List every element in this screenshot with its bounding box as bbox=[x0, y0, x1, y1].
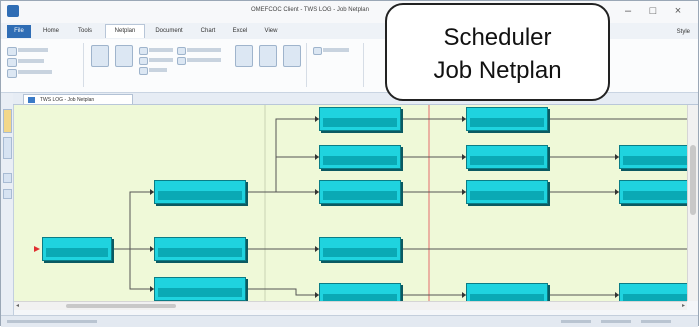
start-marker-icon bbox=[34, 246, 40, 252]
app-icon bbox=[7, 5, 19, 17]
side-tab-1[interactable] bbox=[3, 109, 12, 133]
vertical-scrollbar[interactable] bbox=[687, 105, 698, 301]
ribbon-text-d bbox=[149, 48, 173, 52]
ribbon-small-icon-6[interactable] bbox=[313, 47, 322, 55]
job-box[interactable] bbox=[154, 237, 246, 261]
job-box[interactable] bbox=[319, 107, 401, 131]
job-box[interactable] bbox=[619, 145, 687, 169]
ribbon-text-i bbox=[323, 48, 349, 52]
ribbon-large-icon-d[interactable] bbox=[259, 45, 277, 67]
side-tab-4[interactable] bbox=[3, 189, 12, 199]
window-title: OMEFCOC Client - TWS LOG - Job Netplan bbox=[251, 7, 369, 13]
callout-line-1: Scheduler bbox=[443, 24, 552, 51]
tab-document[interactable]: Document bbox=[149, 25, 189, 38]
style-menu[interactable]: Style bbox=[677, 26, 690, 39]
callout-line-2: Job Netplan bbox=[433, 57, 562, 84]
ribbon-icon-a[interactable] bbox=[7, 47, 17, 56]
job-box[interactable] bbox=[466, 283, 548, 301]
side-tab-3[interactable] bbox=[3, 173, 12, 183]
job-box[interactable] bbox=[154, 277, 246, 301]
ribbon-large-icon-c[interactable] bbox=[235, 45, 253, 67]
tab-file[interactable]: File bbox=[7, 25, 31, 38]
close-icon[interactable]: × bbox=[671, 5, 685, 17]
ribbon-text-c bbox=[18, 70, 52, 74]
netplan-canvas[interactable] bbox=[14, 105, 687, 301]
ribbon-separator bbox=[306, 43, 307, 87]
ribbon-large-icon-a[interactable] bbox=[91, 45, 109, 67]
job-box[interactable] bbox=[154, 180, 246, 204]
status-bar bbox=[1, 315, 698, 327]
arrow-right-icon[interactable]: ▸ bbox=[682, 302, 685, 310]
left-side-panel bbox=[1, 93, 14, 315]
ribbon-text-e bbox=[149, 58, 173, 62]
ribbon-large-icon-b[interactable] bbox=[115, 45, 133, 67]
job-box[interactable] bbox=[319, 237, 401, 261]
status-field bbox=[601, 320, 631, 323]
minimize-icon[interactable]: – bbox=[621, 5, 635, 17]
job-box[interactable] bbox=[319, 145, 401, 169]
job-box[interactable] bbox=[42, 237, 112, 261]
job-box[interactable] bbox=[319, 283, 401, 301]
document-icon bbox=[28, 97, 35, 103]
horizontal-scrollbar[interactable]: ◂ ▸ bbox=[14, 301, 687, 310]
ribbon-text-f bbox=[149, 68, 167, 72]
job-box[interactable] bbox=[466, 107, 548, 131]
maximize-icon[interactable]: □ bbox=[646, 5, 660, 17]
status-field bbox=[561, 320, 591, 323]
ribbon-separator bbox=[83, 43, 84, 87]
document-tab-label: TWS LOG - Job Netplan bbox=[40, 97, 95, 103]
ribbon-text-b bbox=[18, 59, 44, 63]
job-box[interactable] bbox=[319, 180, 401, 204]
link bbox=[112, 248, 154, 290]
tab-view[interactable]: View bbox=[259, 25, 283, 38]
tab-netplan[interactable]: Netplan bbox=[105, 24, 145, 38]
link bbox=[246, 118, 319, 193]
arrowheads bbox=[150, 116, 619, 298]
ribbon-icon-b[interactable] bbox=[7, 58, 17, 67]
ribbon-text-g bbox=[187, 48, 221, 52]
job-box[interactable] bbox=[466, 180, 548, 204]
ribbon-small-icon-1[interactable] bbox=[139, 47, 148, 55]
ribbon-separator bbox=[363, 43, 364, 87]
tab-home[interactable]: Home bbox=[37, 25, 65, 38]
vertical-scroll-thumb[interactable] bbox=[690, 145, 696, 215]
ribbon-text-a bbox=[18, 48, 48, 52]
ribbon-small-icon-5[interactable] bbox=[177, 57, 186, 65]
ribbon-large-icon-e[interactable] bbox=[283, 45, 301, 67]
job-box[interactable] bbox=[619, 283, 687, 301]
arrow-left-icon[interactable]: ◂ bbox=[16, 302, 19, 310]
link bbox=[112, 191, 154, 250]
job-box[interactable] bbox=[466, 145, 548, 169]
side-tab-2[interactable] bbox=[3, 137, 12, 159]
ribbon-small-icon-4[interactable] bbox=[177, 47, 186, 55]
status-text bbox=[7, 320, 97, 323]
ribbon-text-h bbox=[187, 58, 221, 62]
callout-box: Scheduler Job Netplan bbox=[385, 3, 610, 101]
horizontal-scroll-thumb[interactable] bbox=[66, 304, 176, 308]
link bbox=[246, 156, 319, 193]
ribbon-small-icon-3[interactable] bbox=[139, 67, 148, 75]
job-box[interactable] bbox=[619, 180, 687, 204]
ribbon-icon-c[interactable] bbox=[7, 69, 17, 78]
ribbon-small-icon-2[interactable] bbox=[139, 57, 148, 65]
status-field bbox=[641, 320, 671, 323]
tab-excel[interactable]: Excel bbox=[227, 25, 253, 38]
link bbox=[246, 288, 319, 296]
tab-chart[interactable]: Chart bbox=[195, 25, 221, 38]
document-tab[interactable]: TWS LOG - Job Netplan bbox=[23, 94, 133, 104]
tab-tools[interactable]: Tools bbox=[71, 25, 99, 38]
